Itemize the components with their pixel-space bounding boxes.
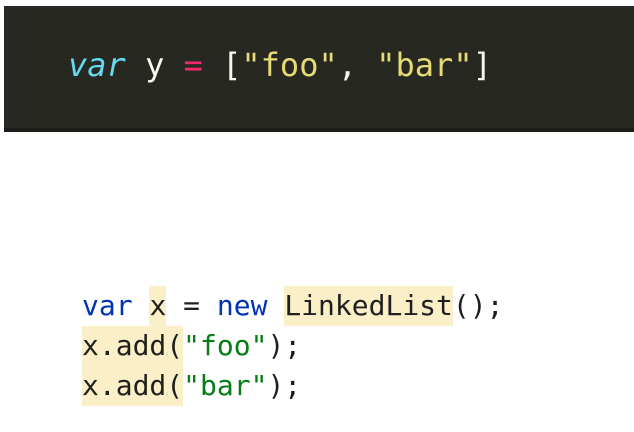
string-literal-bar: "bar" [183,369,268,402]
dark-code-line: var y = ["foo", "bar"] [68,43,492,87]
string-literal-foo: "foo" [183,329,268,362]
code-line-2: x.add("foo"); [82,326,602,366]
method-call: .add( [98,326,184,366]
comma: , [337,46,377,84]
class-name-linkedlist-highlighted: LinkedList [284,286,453,326]
string-literal-bar: "bar" [376,46,473,84]
close-bracket: ] [472,46,492,84]
string-literal-foo: "foo" [241,46,338,84]
identifier-x-highlighted: x [82,326,99,366]
code-line-3: x.add("bar"); [82,366,602,406]
open-bracket: [ [222,46,242,84]
dark-code-panel: var y = ["foo", "bar"] [4,6,634,132]
constructor-call-tail: (); [452,289,504,322]
keyword-var: var [68,46,126,84]
assignment-operator: = [183,46,203,84]
call-tail: ); [267,369,302,402]
identifier-y: y [145,46,165,84]
method-call: .add( [98,366,184,406]
keyword-new: new [216,289,268,322]
assignment-operator: = [166,289,217,322]
keyword-var: var [82,289,133,322]
code-line-1: var x = new LinkedList(); [82,286,602,326]
identifier-x-highlighted: x [149,286,167,326]
light-code-panel: var x = new LinkedList(); x.add("foo"); … [82,286,602,432]
call-tail: ); [267,329,302,362]
identifier-x-highlighted: x [82,366,99,406]
